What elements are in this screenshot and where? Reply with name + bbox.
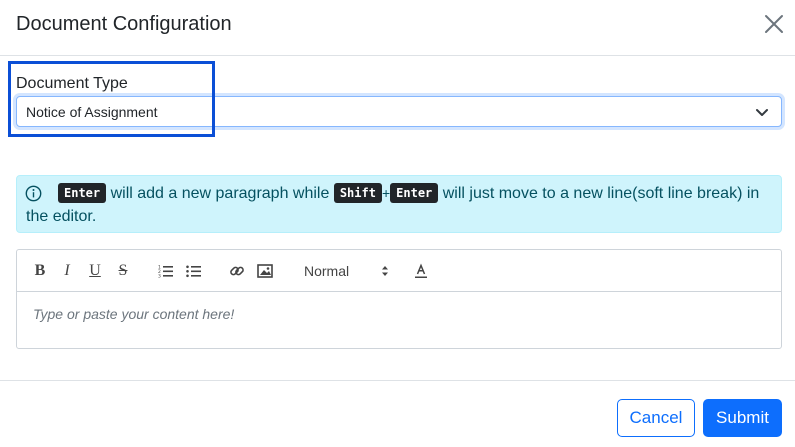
cancel-button[interactable]: Cancel	[617, 399, 695, 437]
chevron-down-icon	[755, 105, 769, 119]
close-icon[interactable]	[760, 10, 788, 38]
editor-toolbar: B I U S 123 Normal	[17, 250, 781, 292]
rich-text-editor: B I U S 123 Normal Type or paste your co…	[16, 249, 782, 349]
bullet-list-icon[interactable]	[186, 263, 202, 279]
up-down-arrows-icon	[380, 264, 390, 278]
submit-button[interactable]: Submit	[703, 399, 782, 437]
plus-sign: +	[381, 185, 391, 201]
editor-placeholder: Type or paste your content here!	[33, 306, 235, 322]
enter-key: Enter	[58, 183, 107, 203]
italic-button[interactable]: I	[59, 262, 75, 279]
underline-button[interactable]: U	[87, 262, 103, 279]
ordered-list-icon[interactable]: 123	[158, 263, 174, 279]
alert-text: Enter will add a new paragraph while Shi…	[26, 182, 771, 228]
info-alert: Enter will add a new paragraph while Shi…	[16, 175, 782, 233]
shift-key: Shift	[333, 183, 382, 203]
font-size-select[interactable]: Normal	[304, 261, 390, 281]
strikethrough-button[interactable]: S	[115, 262, 131, 279]
document-type-value: Notice of Assignment	[26, 104, 158, 120]
modal-header: Document Configuration	[0, 0, 795, 56]
image-icon[interactable]	[257, 263, 273, 279]
enter-key-2: Enter	[390, 183, 439, 203]
text-color-icon[interactable]	[413, 263, 429, 279]
font-size-label: Normal	[304, 263, 350, 279]
editor-content-area[interactable]: Type or paste your content here!	[17, 293, 781, 348]
document-type-select[interactable]: Notice of Assignment	[16, 96, 782, 127]
modal-footer: Cancel Submit	[0, 380, 795, 447]
svg-text:3: 3	[158, 274, 161, 279]
bold-button[interactable]: B	[32, 262, 48, 279]
document-type-label: Document Type	[16, 75, 128, 92]
link-icon[interactable]	[229, 263, 245, 279]
modal-title: Document Configuration	[16, 13, 232, 35]
alert-text-part-1: will add a new paragraph while	[110, 185, 330, 202]
